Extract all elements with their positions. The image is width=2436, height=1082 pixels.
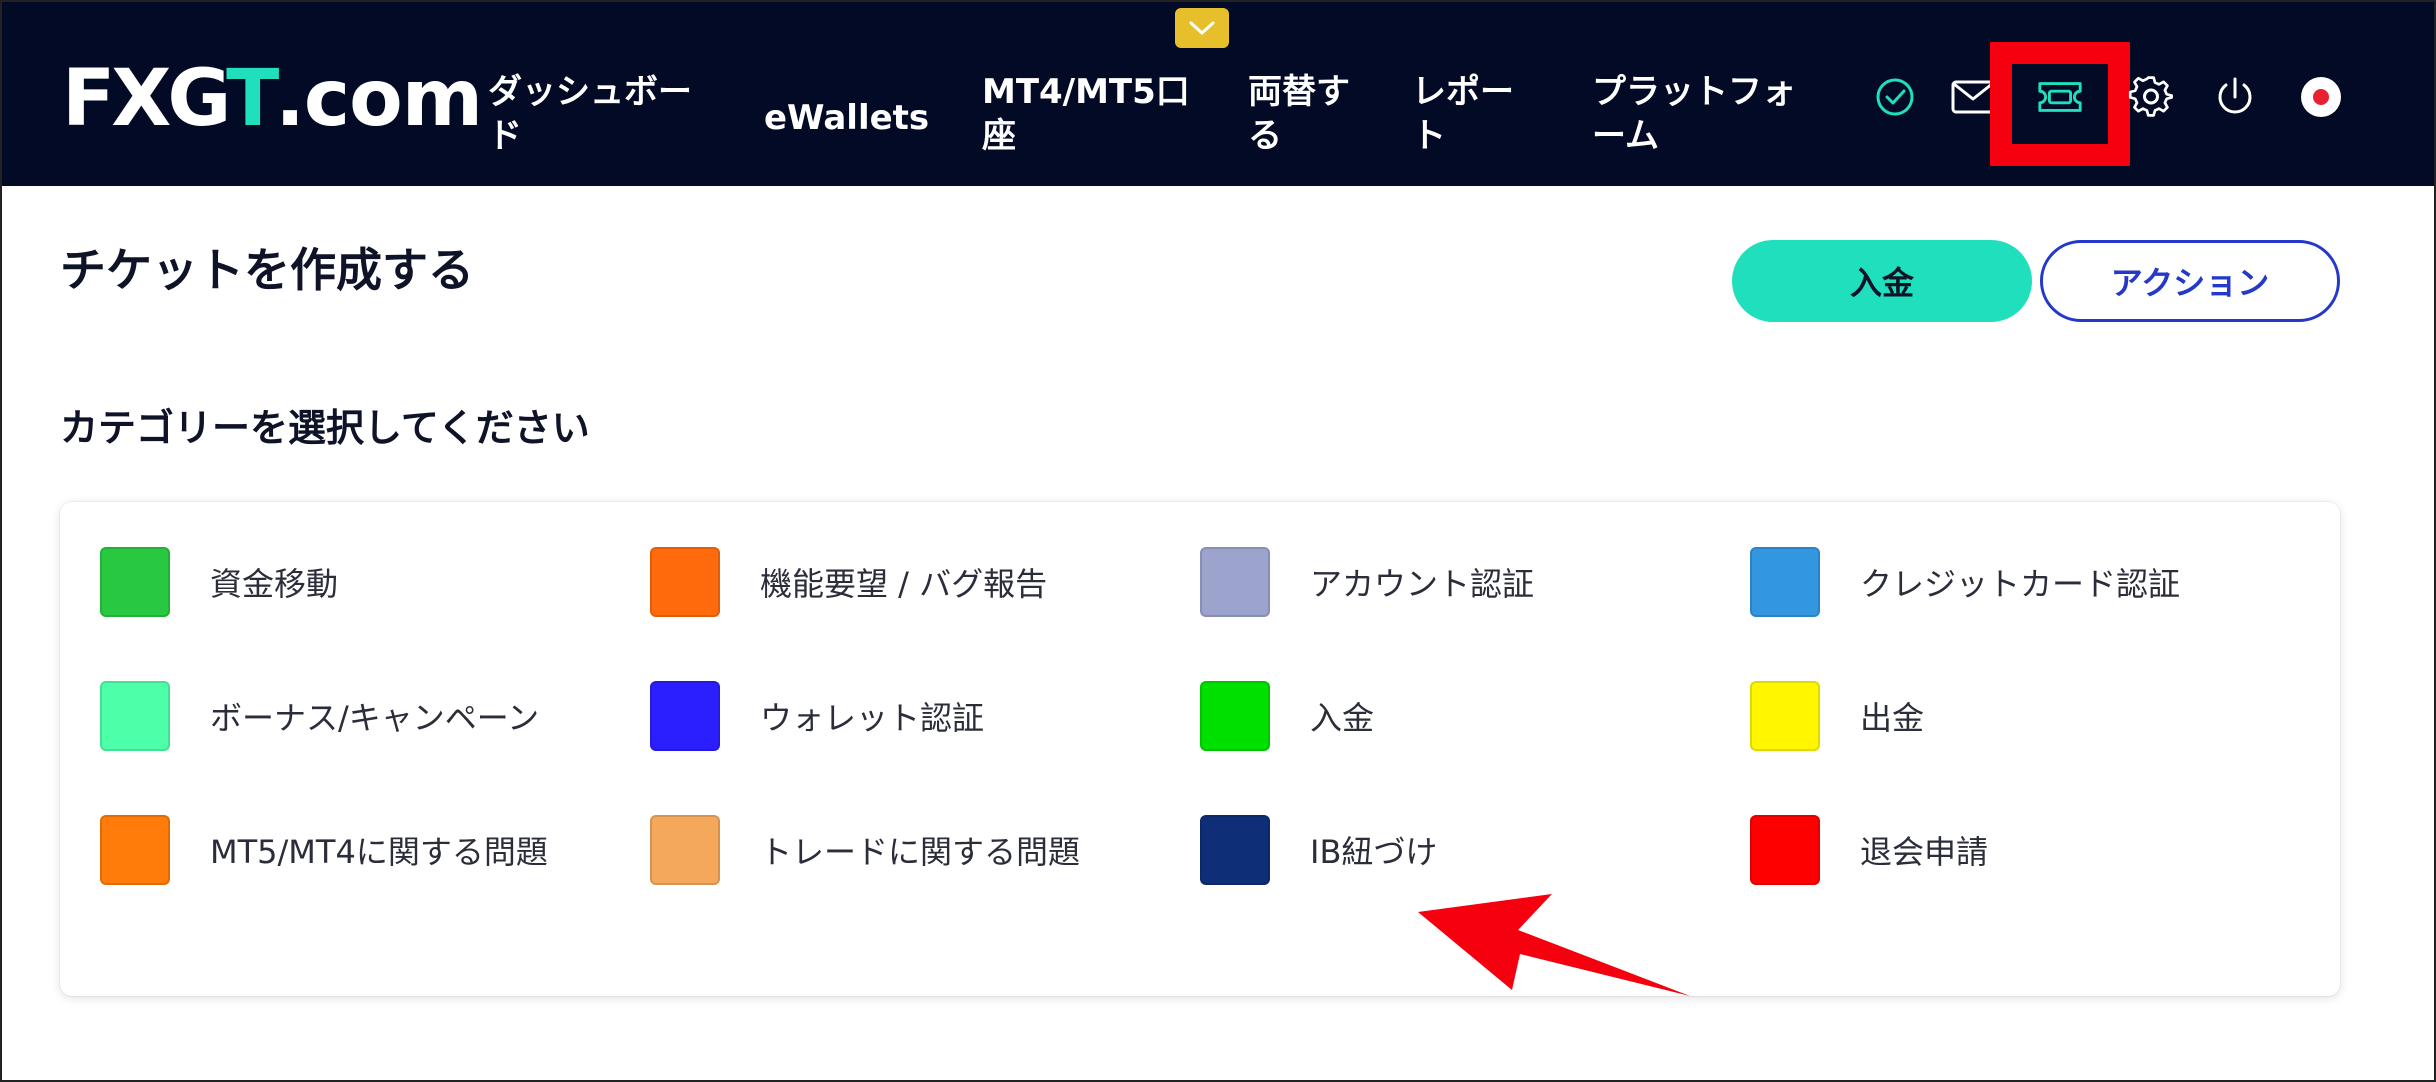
category-color-swatch (100, 547, 170, 617)
top-navigation-bar: FXGT.com ダッシュボー ド eWallets MT4/MT5口 座 両替… (2, 2, 2434, 186)
chevron-down-icon (1189, 21, 1215, 35)
category-color-swatch (650, 547, 720, 617)
category-trade-issues[interactable]: トレードに関する問題 (650, 814, 1080, 886)
category-label: トレードに関する問題 (760, 833, 1081, 871)
category-wallet-verification[interactable]: ウォレット認証 (650, 680, 984, 752)
gear-icon[interactable] (2126, 72, 2176, 122)
category-color-swatch (1750, 681, 1820, 751)
category-label: ボーナス/キャンペーン (210, 699, 540, 737)
category-label: 資金移動 (210, 565, 339, 603)
category-card: 資金移動 機能要望 / バグ報告 アカウント認証 クレジットカード認証 ボーナス… (60, 502, 2340, 996)
highlight-annotation-box (1990, 42, 2130, 166)
category-deposit[interactable]: 入金 (1200, 680, 1374, 752)
category-label: MT5/MT4に関する問題 (210, 833, 548, 871)
category-mt5-mt4-issues[interactable]: MT5/MT4に関する問題 (100, 814, 548, 886)
nav-exchange[interactable]: 両替す る (1248, 70, 1350, 158)
category-label: クレジットカード認証 (1860, 565, 2181, 603)
verified-check-icon[interactable] (1870, 72, 1920, 122)
category-color-swatch (1200, 815, 1270, 885)
category-color-swatch (100, 815, 170, 885)
nav-reports[interactable]: レポー ト (1412, 70, 1514, 158)
action-button[interactable]: アクション (2040, 240, 2340, 322)
category-account-verification[interactable]: アカウント認証 (1200, 546, 1534, 618)
category-credit-card-verification[interactable]: クレジットカード認証 (1750, 546, 2180, 618)
nav-platforms[interactable]: プラットフォ ーム (1592, 70, 1796, 158)
category-color-swatch (1200, 681, 1270, 751)
power-icon[interactable] (2210, 72, 2260, 122)
category-label: 出金 (1860, 699, 1925, 737)
collapse-tab[interactable] (1175, 8, 1229, 48)
category-label: 機能要望 / バグ報告 (760, 565, 1048, 603)
category-feature-request-bug-report[interactable]: 機能要望 / バグ報告 (650, 546, 1047, 618)
red-arrow-annotation (1418, 894, 1690, 996)
category-label: IB紐づけ (1310, 833, 1438, 871)
nav-mt4-mt5-accounts[interactable]: MT4/MT5口 座 (982, 70, 1190, 158)
category-color-swatch (650, 815, 720, 885)
category-withdrawal[interactable]: 出金 (1750, 680, 1924, 752)
japan-flag-icon[interactable] (2296, 72, 2346, 122)
category-account-closure-request[interactable]: 退会申請 (1750, 814, 1988, 886)
fxgt-logo[interactable]: FXGT.com (62, 60, 483, 138)
nav-ewallets[interactable]: eWallets (764, 96, 929, 140)
category-color-swatch (1200, 547, 1270, 617)
category-bonus-campaign[interactable]: ボーナス/キャンペーン (100, 680, 539, 752)
category-label: 入金 (1310, 699, 1375, 737)
category-color-swatch (1750, 815, 1820, 885)
page-title: チケットを作成する (60, 243, 474, 297)
category-color-swatch (650, 681, 720, 751)
category-label: 退会申請 (1860, 833, 1989, 871)
category-fund-transfer[interactable]: 資金移動 (100, 546, 338, 618)
category-section-title: カテゴリーを選択してください (60, 406, 590, 450)
category-color-swatch (1750, 547, 1820, 617)
category-label: アカウント認証 (1310, 565, 1535, 603)
category-label: ウォレット認証 (760, 699, 985, 737)
nav-dashboard[interactable]: ダッシュボー ド (488, 70, 692, 158)
category-color-swatch (100, 681, 170, 751)
deposit-button[interactable]: 入金 (1732, 240, 2032, 322)
